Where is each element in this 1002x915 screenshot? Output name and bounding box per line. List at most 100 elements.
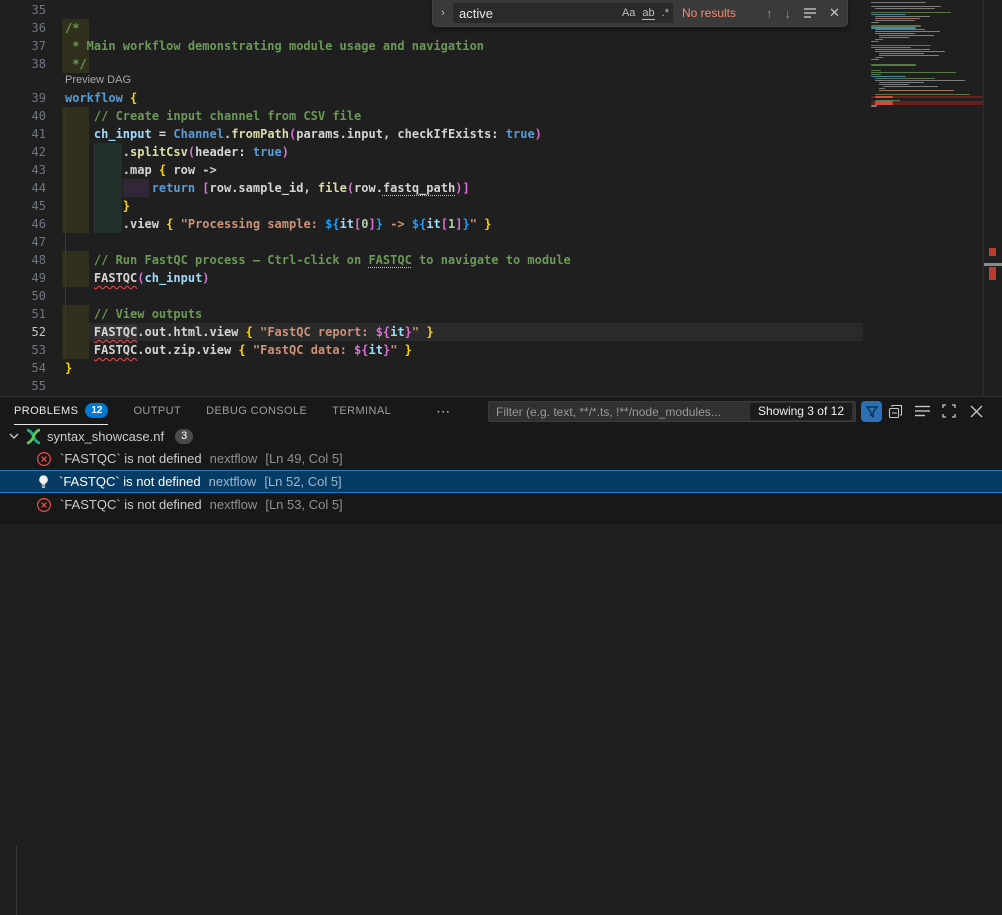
problem-source: nextflow (209, 474, 257, 489)
line-number: 40 (0, 107, 46, 125)
minimap[interactable] (865, 0, 983, 396)
tab-debug-console[interactable]: DEBUG CONSOLE (206, 397, 307, 425)
problem-source: nextflow (210, 497, 258, 512)
code-text: /* (65, 19, 79, 37)
code-line-42[interactable]: 42 .splitCsv(header: true) (0, 143, 863, 161)
code-line-40[interactable]: 40 // Create input channel from CSV file (0, 107, 863, 125)
problems-tree: syntax_showcase.nf 3 `FASTQC` is not def… (0, 425, 1002, 516)
code-text: FASTQC(ch_input) (65, 269, 210, 287)
minimap-line (879, 53, 924, 54)
minimap-line (871, 2, 926, 3)
code-lines[interactable]: 3536/*37 * Main workflow demonstrating m… (0, 1, 863, 395)
find-expand-chevron-icon[interactable]: › (433, 7, 453, 19)
minimap-line (879, 90, 954, 91)
file-name: syntax_showcase.nf (47, 429, 164, 444)
filter-funnel-icon[interactable] (861, 401, 882, 422)
code-line-51[interactable]: 51 // View outputs (0, 305, 863, 323)
line-number: 51 (0, 305, 46, 323)
problem-row[interactable]: `FASTQC` is not defined nextflow [Ln 49,… (0, 447, 1002, 470)
minimap-line (875, 8, 935, 9)
minimap-line (875, 16, 930, 17)
tab-terminal[interactable]: TERMINAL (332, 397, 391, 425)
minimap-line (871, 64, 916, 65)
tab-problems[interactable]: PROBLEMS 12 (14, 397, 108, 425)
code-line-52[interactable]: 52 FASTQC.out.html.view { "FastQC report… (0, 323, 863, 341)
code-line-48[interactable]: 48 // Run FastQC process – Ctrl-click on… (0, 251, 863, 269)
nextflow-icon (25, 428, 42, 445)
code-text: // Run FastQC process – Ctrl-click on FA… (65, 251, 571, 269)
code-line-49[interactable]: 49 FASTQC(ch_input) (0, 269, 863, 287)
problem-message: `FASTQC` is not defined (60, 451, 202, 466)
code-line-38[interactable]: 38 */ (0, 55, 863, 73)
line-number: 43 (0, 161, 46, 179)
minimap-line (871, 72, 956, 73)
minimap-line (875, 94, 970, 95)
code-text: // View outputs (65, 305, 202, 323)
find-close-icon[interactable]: ✕ (829, 5, 840, 21)
error-icon (36, 451, 52, 467)
problem-row-selected[interactable]: `FASTQC` is not defined nextflow [Ln 52,… (0, 470, 1002, 493)
maximize-panel-icon[interactable] (941, 403, 957, 419)
match-case-icon[interactable]: Aa (622, 7, 635, 19)
code-line-47[interactable]: 47 (0, 233, 863, 251)
minimap-line (879, 37, 909, 38)
tree-indent-guide (16, 846, 17, 915)
code-line-46[interactable]: 46 .view { "Processing sample: ${it[0]} … (0, 215, 863, 233)
problems-filter-input[interactable]: Filter (e.g. text, **/*.ts, !**/node_mod… (488, 401, 856, 422)
minimap-line (871, 14, 906, 15)
collapse-all-icon[interactable] (887, 403, 903, 419)
code-line-45[interactable]: 45 } (0, 197, 863, 215)
regex-icon[interactable]: .* (662, 7, 669, 19)
line-number: 37 (0, 37, 46, 55)
code-line-43[interactable]: 43 .map { row -> (0, 161, 863, 179)
overview-cursor-marker (984, 263, 1002, 266)
code-line-50[interactable]: 50 (0, 287, 863, 305)
code-text: FASTQC.out.html.view { "FastQC report: $… (65, 323, 434, 341)
problem-message: `FASTQC` is not defined (60, 497, 202, 512)
error-icon (36, 497, 52, 513)
more-tabs-icon[interactable]: ⋯ (436, 403, 451, 420)
code-line-44[interactable]: 44 return [row.sample_id, file(row.fastq… (0, 179, 863, 197)
minimap-line (871, 59, 879, 60)
code-line-55[interactable]: 55 (0, 377, 863, 395)
code-line-41[interactable]: 41 ch_input = Channel.fromPath(params.in… (0, 125, 863, 143)
find-next-icon[interactable]: ↓ (785, 6, 792, 21)
view-as-table-icon[interactable] (914, 403, 930, 419)
codelens-preview-dag[interactable]: Preview DAG (0, 73, 863, 89)
code-text: .map { row -> (65, 161, 217, 179)
code-text: workflow { (65, 89, 137, 107)
problem-row[interactable]: `FASTQC` is not defined nextflow [Ln 53,… (0, 493, 1002, 516)
panel-action-icons (887, 397, 984, 425)
code-text: */ (65, 55, 87, 73)
line-number: 52 (0, 323, 46, 341)
line-number: 46 (0, 215, 46, 233)
code-editor[interactable]: 3536/*37 * Main workflow demonstrating m… (0, 0, 1002, 396)
whole-word-icon[interactable]: ab (642, 7, 654, 20)
find-input[interactable]: active Aa ab .* (453, 3, 673, 23)
code-line-37[interactable]: 37 * Main workflow demonstrating module … (0, 37, 863, 55)
chevron-down-icon (8, 430, 20, 442)
problem-location: [Ln 53, Col 5] (265, 497, 342, 512)
line-number: 53 (0, 341, 46, 359)
close-panel-icon[interactable] (968, 403, 984, 419)
minimap-line (875, 18, 920, 19)
panel-header: PROBLEMS 12 OUTPUT DEBUG CONSOLE TERMINA… (0, 397, 1002, 425)
code-text: FASTQC.out.zip.view { "FastQC data: ${it… (65, 341, 412, 359)
tab-output[interactable]: OUTPUT (133, 397, 181, 425)
code-line-53[interactable]: 53 FASTQC.out.zip.view { "FastQC data: $… (0, 341, 863, 359)
minimap-line (879, 55, 939, 56)
code-text: .splitCsv(header: true) (65, 143, 289, 161)
lightbulb-icon (36, 474, 51, 489)
minimap-line (871, 6, 941, 7)
code-text: * Main workflow demonstrating module usa… (65, 37, 484, 55)
overview-ruler[interactable] (983, 0, 1002, 396)
problems-count-badge: 12 (85, 403, 108, 418)
line-number: 50 (0, 287, 46, 305)
find-previous-icon[interactable]: ↑ (766, 6, 773, 21)
problems-file-group[interactable]: syntax_showcase.nf 3 (0, 425, 1002, 447)
minimap-line (879, 88, 885, 89)
code-line-54[interactable]: 54} (0, 359, 863, 377)
code-line-39[interactable]: 39workflow { (0, 89, 863, 107)
line-number: 54 (0, 359, 46, 377)
find-in-selection-icon[interactable] (803, 7, 817, 19)
